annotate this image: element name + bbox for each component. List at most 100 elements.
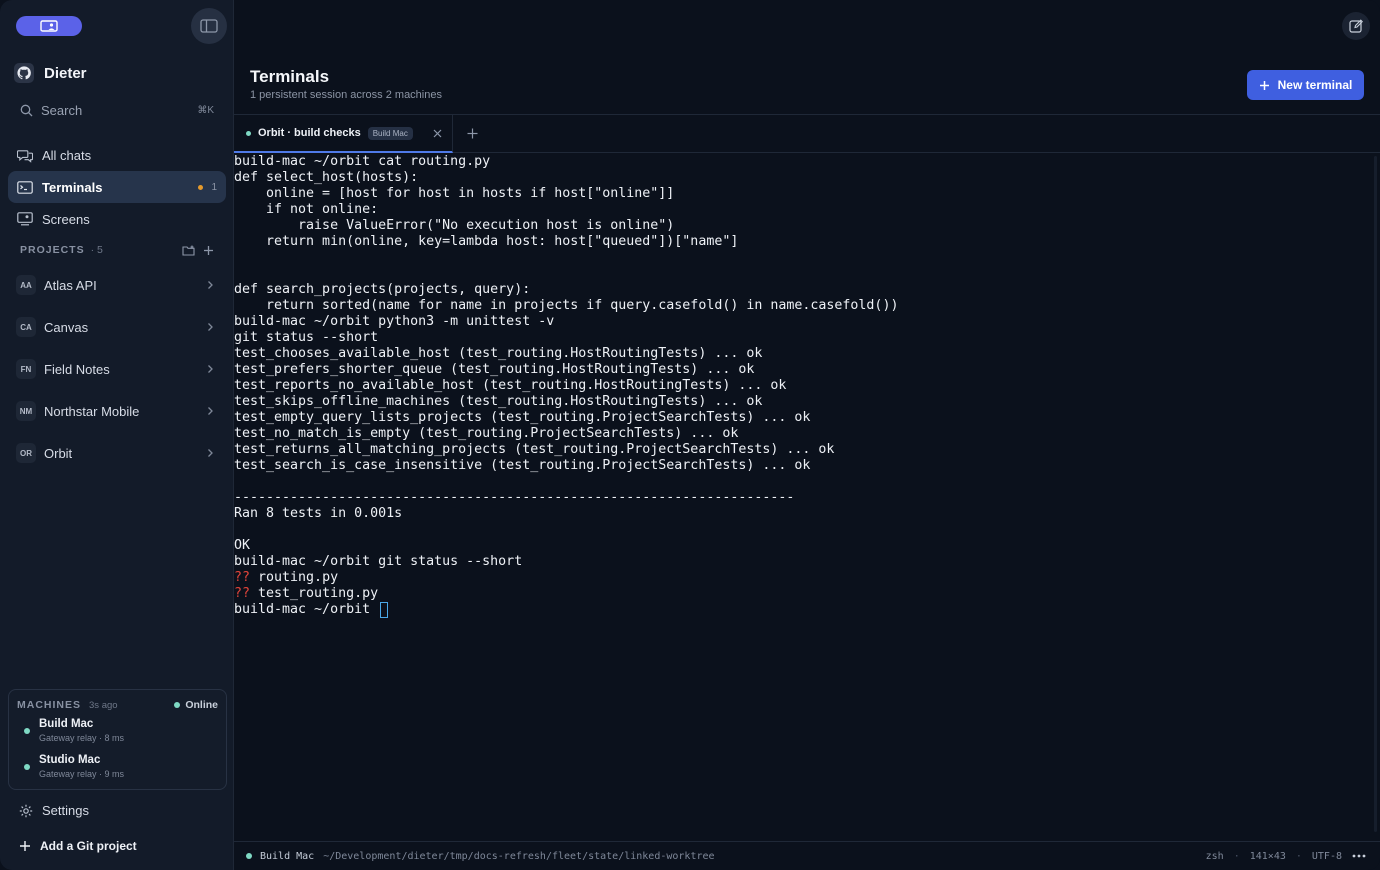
page-subtitle: 1 persistent session across 2 machines <box>250 89 442 101</box>
terminal-prompt: build-mac ~/orbit <box>234 602 1370 618</box>
add-git-project-button[interactable]: Add a Git project <box>19 839 137 853</box>
nav-terminals-label: Terminals <box>42 179 103 195</box>
sidebar-toggle-button[interactable] <box>191 8 227 44</box>
activity-dot <box>198 184 204 190</box>
plus-icon <box>1259 80 1269 90</box>
chevron-right-icon <box>208 365 213 373</box>
project-item-orbit[interactable]: OR Orbit <box>8 436 226 470</box>
project-item-atlas-api[interactable]: AA Atlas API <box>8 268 226 302</box>
compose-button[interactable] <box>1342 12 1370 40</box>
terminal-line: git status --short <box>234 330 379 345</box>
machine-item-studio-mac[interactable]: Studio Mac Gateway relay · 9 ms <box>24 754 214 782</box>
terminal-line: ?? test_routing.py <box>234 586 1370 602</box>
project-abbr: NM <box>16 401 36 421</box>
project-item-northstar-mobile[interactable]: NM Northstar Mobile <box>8 394 226 428</box>
tab-label: Orbit · build checks <box>258 127 361 139</box>
projects-header: PROJECTS · 5 <box>20 243 214 257</box>
project-abbr: FN <box>16 359 36 379</box>
machine-item-build-mac[interactable]: Build Mac Gateway relay · 8 ms <box>24 718 214 746</box>
terminal-line: test_skips_offline_machines (test_routin… <box>234 394 763 409</box>
project-abbr: OR <box>16 443 36 463</box>
user-profile[interactable]: Dieter <box>14 62 87 84</box>
more-icon[interactable] <box>1352 854 1366 858</box>
app-window: Dieter Search ⌘K All chats Terminals 1 S… <box>0 0 1380 870</box>
terminal-line: return sorted(name for name in projects … <box>234 298 899 313</box>
chevron-right-icon <box>208 281 213 289</box>
terminal-line: if not online: <box>234 202 379 217</box>
machines-heading: MACHINES <box>17 699 82 711</box>
terminal-line: online = [host for host in hosts if host… <box>234 186 675 201</box>
chevron-right-icon <box>208 407 213 415</box>
sidebar: Dieter Search ⌘K All chats Terminals 1 S… <box>0 0 234 870</box>
search-label: Search <box>41 102 83 118</box>
terminal-line: test_reports_no_available_host (test_rou… <box>234 378 787 393</box>
project-abbr: CA <box>16 317 36 337</box>
terminal-line: ----------------------------------------… <box>234 490 795 505</box>
machine-meta: Gateway relay · 9 ms <box>39 769 125 779</box>
machines-panel: MACHINES 3s ago Online Build Mac Gateway… <box>8 689 227 790</box>
terminal-tabbar: Orbit · build checks Build Mac <box>234 114 1380 153</box>
project-name: Atlas API <box>44 277 97 293</box>
terminal-line: build-mac ~/orbit python3 -m unittest -v <box>234 314 555 329</box>
session-active-dot <box>246 130 251 136</box>
close-icon[interactable] <box>433 129 442 138</box>
project-item-canvas[interactable]: CA Canvas <box>8 310 226 344</box>
project-item-field-notes[interactable]: FN Field Notes <box>8 352 226 386</box>
untracked-marker: ?? <box>234 586 251 601</box>
add-project-icon[interactable] <box>203 245 214 256</box>
terminal-cursor <box>380 602 389 618</box>
terminal-statusbar: Build Mac ~/Development/dieter/tmp/docs-… <box>234 841 1380 870</box>
project-name: Northstar Mobile <box>44 403 140 419</box>
settings-button[interactable]: Settings <box>19 803 89 818</box>
terminal-line: build-mac ~/orbit cat routing.py <box>234 154 491 169</box>
untracked-file: test_routing.py <box>250 586 379 601</box>
add-tab-icon[interactable] <box>467 128 478 139</box>
new-folder-icon[interactable] <box>182 245 195 256</box>
nav-all-chats-label: All chats <box>42 147 92 163</box>
workspace-switcher-button[interactable] <box>16 16 82 36</box>
project-name: Orbit <box>44 445 73 461</box>
status-path: ~/Development/dieter/tmp/docs-refresh/fl… <box>323 850 715 862</box>
untracked-marker: ?? <box>234 570 251 585</box>
terminal-line: test_chooses_available_host (test_routin… <box>234 346 763 361</box>
screen-icon <box>17 211 33 227</box>
nav-screens[interactable]: Screens <box>8 203 226 235</box>
project-abbr: AA <box>16 275 36 295</box>
settings-label: Settings <box>42 803 89 818</box>
machine-online-dot <box>24 764 30 770</box>
machine-name: Studio Mac <box>39 754 101 766</box>
online-dot <box>174 702 181 708</box>
plus-icon <box>20 841 30 851</box>
untracked-file: routing.py <box>250 570 339 585</box>
terminal-scrollbar[interactable] <box>1374 156 1377 832</box>
terminal-line: Ran 8 tests in 0.001s <box>234 506 403 521</box>
projects-count: · 5 <box>90 244 103 256</box>
terminals-count: 1 <box>211 181 217 193</box>
terminal-tab[interactable]: Orbit · build checks Build Mac <box>234 115 453 153</box>
terminal-line: ?? routing.py <box>234 570 1370 586</box>
new-terminal-label: New terminal <box>1277 78 1353 92</box>
terminal-output[interactable]: build-mac ~/orbit cat routing.py def sele… <box>234 154 1370 840</box>
status-size: 141×43 <box>1249 850 1286 862</box>
host-online-dot <box>246 853 252 859</box>
new-terminal-button[interactable]: New terminal <box>1247 70 1364 100</box>
gear-icon <box>19 804 33 817</box>
search-button[interactable]: Search ⌘K <box>20 101 214 119</box>
project-name: Canvas <box>44 319 89 335</box>
tab-machine-chip: Build Mac <box>367 126 413 140</box>
terminal-line: OK <box>234 538 251 553</box>
terminal-line: raise ValueError("No execution host is o… <box>234 218 675 233</box>
compose-icon <box>1349 19 1363 33</box>
terminals-badge: 1 <box>198 182 217 193</box>
add-git-label: Add a Git project <box>40 839 137 853</box>
main-panel: Terminals 1 persistent session across 2 … <box>234 0 1380 870</box>
nav-all-chats[interactable]: All chats <box>8 139 226 171</box>
chevron-right-icon <box>208 323 213 331</box>
machines-header: MACHINES 3s ago Online <box>17 698 218 712</box>
machines-status: Online <box>174 699 218 711</box>
status-host: Build Mac <box>260 850 315 862</box>
nav-terminals[interactable]: Terminals 1 <box>8 171 226 203</box>
